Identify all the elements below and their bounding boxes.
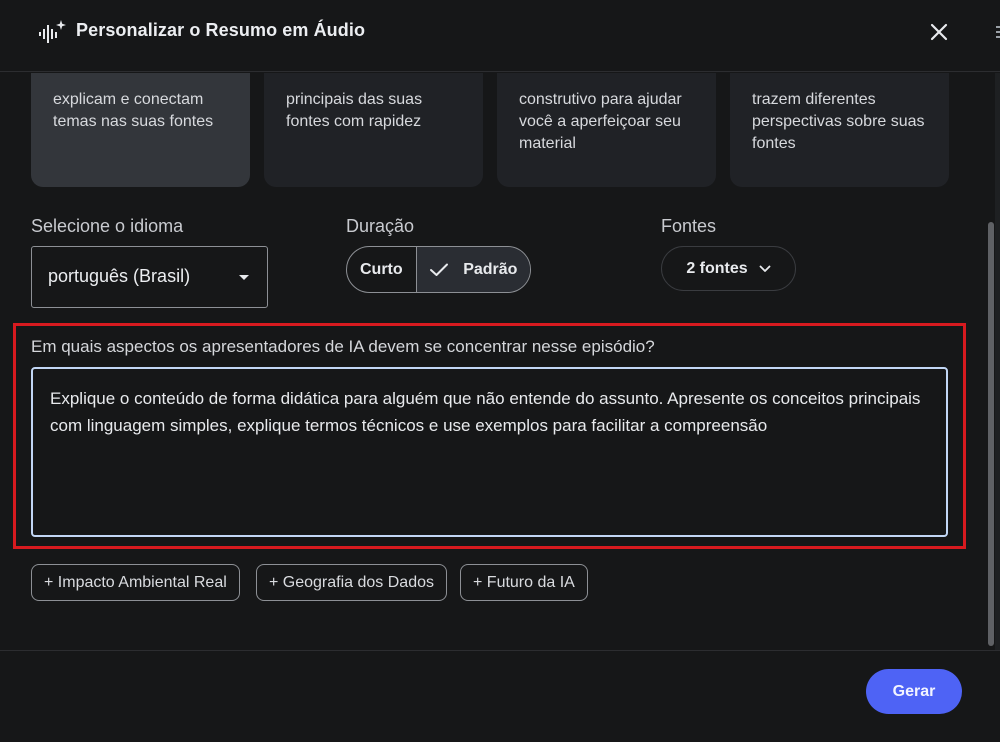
generate-button-label: Gerar [892, 682, 936, 700]
more-vert-icon [996, 26, 1000, 38]
suggestion-chip[interactable]: + Impacto Ambiental Real [31, 564, 240, 601]
format-card-description: principais das suas fontes com rapidez [286, 91, 423, 130]
format-card-description: construtivo para ajudar você a aperfeiço… [519, 91, 682, 152]
duration-option-label: Padrão [463, 260, 518, 278]
duration-option-label: Curto [359, 260, 403, 278]
close-icon[interactable] [927, 20, 951, 44]
scrollbar-thumb[interactable] [988, 222, 994, 646]
duration-toggle: Curto Padrão [346, 246, 531, 293]
sources-button-label: 2 fontes [686, 259, 748, 277]
dialog-body: explicam e conectam temas nas suas fonte… [0, 73, 1000, 650]
focus-question-label: Em quais aspectos os apresentadores de I… [31, 337, 655, 356]
duration-label: Duração [346, 216, 415, 236]
language-value: português (Brasil) [48, 266, 191, 286]
dropdown-arrow-icon [239, 275, 249, 280]
audio-waveform-sparkle-icon [39, 20, 66, 43]
language-select[interactable]: português (Brasil) [31, 246, 268, 308]
sources-button[interactable]: 2 fontes [661, 246, 796, 291]
format-card-description: trazem diferentes perspectivas sobre sua… [752, 91, 925, 152]
duration-option-short[interactable]: Curto [347, 247, 417, 292]
dialog-header: Personalizar o Resumo em Áudio [0, 0, 1000, 72]
customize-audio-dialog: Personalizar o Resumo em Áudio explicam … [0, 0, 1000, 742]
dialog-footer [0, 650, 1000, 742]
background-edge [995, 73, 1000, 650]
generate-button[interactable]: Gerar [866, 669, 962, 714]
suggestion-chip[interactable]: + Futuro da IA [460, 564, 588, 601]
suggestion-chip[interactable]: + Geografia dos Dados [256, 564, 447, 601]
sources-label: Fontes [661, 216, 717, 236]
format-card-critique[interactable]: construtivo para ajudar você a aperfeiço… [497, 73, 716, 187]
format-card-debate[interactable]: trazem diferentes perspectivas sobre sua… [730, 73, 949, 187]
duration-option-default[interactable]: Padrão [416, 247, 530, 292]
checkmark-icon [430, 263, 449, 276]
focus-prompt-textarea[interactable]: Explique o conteúdo de forma didática pa… [31, 367, 948, 537]
chevron-down-icon [759, 265, 771, 272]
format-card-description: explicam e conectam temas nas suas fonte… [53, 91, 214, 130]
format-card-brief[interactable]: principais das suas fontes com rapidez [264, 73, 483, 187]
format-card-deep-dive[interactable]: explicam e conectam temas nas suas fonte… [31, 73, 250, 187]
dialog-title: Personalizar o Resumo em Áudio [76, 20, 366, 40]
language-label: Selecione o idioma [31, 216, 184, 236]
